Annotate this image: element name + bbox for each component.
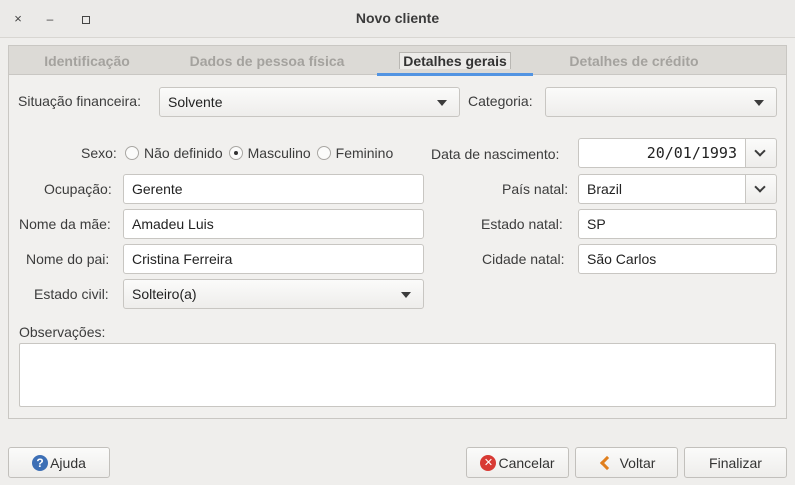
- cidade-natal-input[interactable]: São Carlos: [578, 244, 777, 274]
- dropdown-arrow-icon: [754, 100, 764, 106]
- data-nascimento-input[interactable]: 20/01/1993: [578, 138, 746, 168]
- cancel-icon: ✕: [480, 454, 497, 471]
- situacao-label: Situação financeira:: [18, 93, 141, 109]
- pais-natal-label: País natal:: [502, 181, 569, 197]
- categoria-label: Categoria:: [468, 93, 533, 109]
- nome-pai-input[interactable]: Cristina Ferreira: [123, 244, 424, 274]
- back-button[interactable]: Voltar: [575, 447, 678, 478]
- tab-detalhes-credito[interactable]: Detalhes de crédito: [561, 46, 707, 75]
- situacao-combo[interactable]: Solvente: [159, 87, 460, 117]
- chevron-down-icon: [754, 145, 766, 157]
- chevron-down-icon: [754, 181, 766, 193]
- observacoes-label: Observações:: [19, 324, 106, 340]
- chevron-left-icon: [599, 455, 614, 470]
- cancel-button[interactable]: ✕ Cancelar: [466, 447, 569, 478]
- tab-bar: Identificação Dados de pessoa física Det…: [9, 46, 786, 76]
- date-dropdown-button[interactable]: [745, 138, 777, 168]
- estado-civil-label: Estado civil:: [34, 286, 109, 302]
- estado-civil-combo[interactable]: Solteiro(a): [123, 279, 424, 309]
- radio-unchecked-icon: [316, 146, 331, 160]
- pais-dropdown-button[interactable]: [745, 174, 777, 204]
- observacoes-textarea[interactable]: [19, 343, 776, 407]
- estado-natal-label: Estado natal:: [481, 216, 563, 232]
- title-bar: × – Novo cliente: [0, 0, 795, 38]
- window-title: Novo cliente: [355, 10, 440, 26]
- nome-pai-label: Nome do pai:: [26, 251, 110, 267]
- data-nascimento-label: Data de nascimento:: [431, 146, 560, 162]
- sexo-label: Sexo:: [81, 145, 117, 161]
- tab-detalhes-gerais[interactable]: Detalhes gerais: [377, 46, 533, 76]
- help-button[interactable]: ? Ajuda: [8, 447, 110, 478]
- ocupacao-input[interactable]: Gerente: [123, 174, 424, 204]
- dropdown-arrow-icon: [437, 100, 447, 106]
- situacao-value: Solvente: [168, 94, 223, 110]
- radio-checked-icon: [228, 146, 243, 160]
- radio-feminino[interactable]: Feminino: [316, 145, 393, 161]
- nome-mae-input[interactable]: Amadeu Luis: [123, 209, 424, 239]
- estado-natal-input[interactable]: SP: [578, 209, 777, 239]
- tab-identificacao[interactable]: Identificação: [39, 46, 135, 75]
- radio-masculino[interactable]: Masculino: [228, 145, 311, 161]
- pais-natal-input[interactable]: Brazil: [578, 174, 746, 204]
- tab-dados-pessoa-fisica[interactable]: Dados de pessoa física: [185, 46, 349, 75]
- ocupacao-label: Ocupação:: [44, 181, 112, 197]
- finish-button[interactable]: Finalizar: [684, 447, 787, 478]
- radio-unchecked-icon: [125, 146, 139, 160]
- nome-mae-label: Nome da mãe:: [19, 216, 111, 232]
- help-icon: ?: [32, 454, 49, 471]
- radio-nao-definido[interactable]: Não definido: [125, 145, 223, 161]
- estado-civil-value: Solteiro(a): [132, 286, 197, 302]
- categoria-combo[interactable]: [545, 87, 777, 117]
- cidade-natal-label: Cidade natal:: [482, 251, 565, 267]
- dropdown-arrow-icon: [401, 292, 411, 298]
- sexo-radio-group: Não definido Masculino Feminino: [125, 143, 399, 163]
